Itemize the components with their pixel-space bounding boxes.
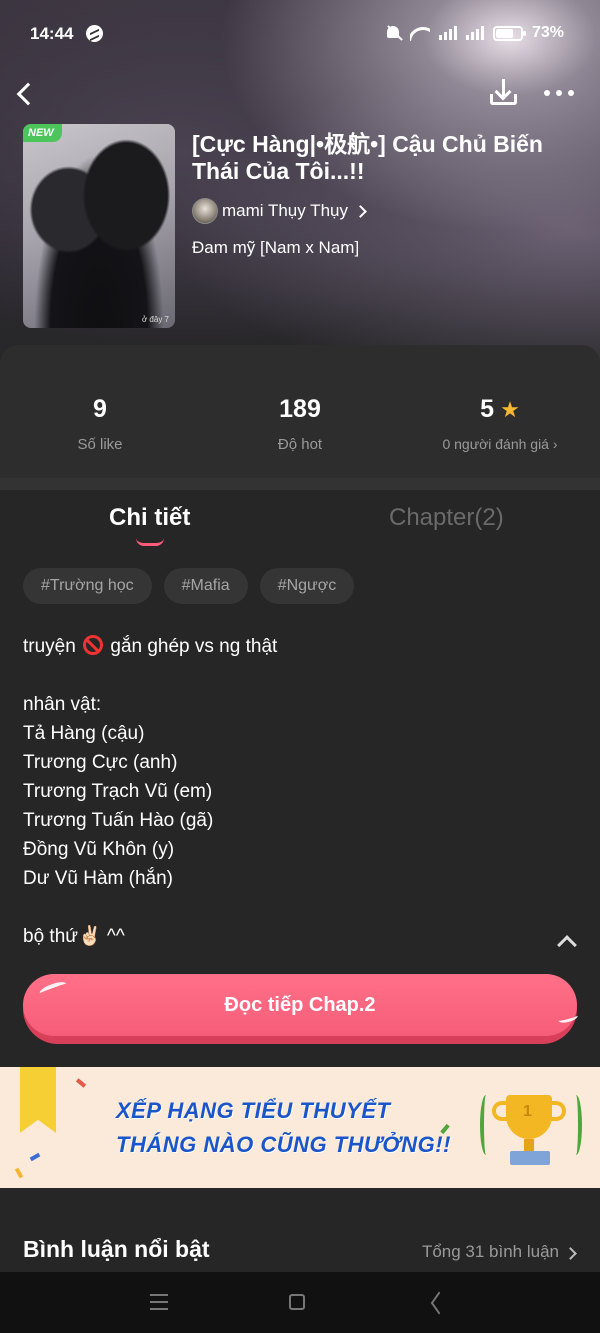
author-link[interactable]: mami Thụy Thụy	[192, 198, 368, 224]
back-icon[interactable]	[14, 80, 38, 106]
character-line: Dư Vũ Hàm (hắn)	[23, 868, 173, 889]
status-time: 14:44	[30, 24, 74, 43]
more-options-icon[interactable]	[544, 90, 576, 98]
prohibited-icon	[83, 635, 104, 655]
chevron-right-icon	[354, 204, 368, 218]
comments-total-label: Tổng 31 bình luận	[421, 1242, 559, 1261]
likes-count: 9	[93, 395, 107, 423]
desc-last-line: bộ thứ✌🏻 ^^	[23, 926, 125, 947]
tag-chip[interactable]: #Trường học	[23, 568, 152, 604]
continue-reading-button[interactable]: Đọc tiếp Chap.2	[23, 974, 579, 1044]
battery-icon	[492, 25, 526, 41]
confetti-decoration	[14, 1167, 24, 1179]
signal-icon-2	[465, 26, 484, 40]
system-nav-bar	[0, 1272, 600, 1333]
character-line: Đồng Vũ Khôn (y)	[23, 839, 175, 860]
battery-percent: 73%	[531, 24, 564, 41]
hot-count: 189	[279, 395, 321, 423]
button-shine-decoration	[38, 979, 68, 998]
button-shine-decoration	[557, 1011, 579, 1025]
tag-chip[interactable]: #Mafia	[163, 568, 248, 604]
details-section: Chi tiết Chapter(2) #Trường học #Mafia #…	[0, 490, 600, 1067]
cover-watermark: ở đây 7	[141, 315, 169, 324]
continue-reading-label: Đọc tiếp Chap.2	[224, 993, 376, 1016]
desc-line-1-end: gắn ghép vs ng thật	[110, 636, 278, 657]
chevron-right-icon	[565, 1246, 577, 1258]
new-badge: NEW	[23, 124, 62, 142]
banner-line-2: THÁNG NÀO CŨNG THƯỞNG!!	[116, 1132, 451, 1157]
story-title: [Cực Hàng|•极航•] Cậu Chủ Biến Thái Của Tô…	[192, 131, 543, 184]
likes-label: Số like	[77, 436, 123, 453]
confetti-decoration	[75, 1078, 87, 1088]
confetti-decoration	[29, 1152, 41, 1162]
desc-line-1-start: truyện	[23, 636, 76, 657]
stat-rating[interactable]: 5 ★ 0 người đánh giá ›	[400, 395, 600, 452]
tab-details[interactable]: Chi tiết	[109, 504, 190, 532]
mute-bell-icon	[385, 24, 401, 42]
all-comments-link[interactable]: Tổng 31 bình luận	[422, 1242, 577, 1262]
section-divider	[0, 478, 600, 490]
author-avatar	[192, 198, 218, 224]
hot-label: Độ hot	[277, 436, 323, 453]
character-line: Trương Trạch Vũ (em)	[23, 781, 213, 802]
comments-title: Bình luận nổi bật	[23, 1236, 210, 1262]
stat-hot: 189 Độ hot	[200, 395, 400, 453]
rating-value: 5	[480, 395, 495, 423]
chevron-up-icon[interactable]	[556, 934, 578, 948]
star-icon: ★	[500, 396, 520, 422]
character-line: Trương Cực (anh)	[23, 752, 178, 773]
author-name: mami Thụy Thụy	[222, 201, 348, 220]
banner-line-1: XẾP HẠNG TIỂU THUYẾT	[116, 1098, 391, 1123]
signal-icon	[438, 26, 457, 40]
story-description: truyện gắn ghép vs ng thật nhân vật: Tả …	[23, 632, 277, 951]
active-tab-indicator	[136, 538, 164, 546]
story-genre: Đam mỹ [Nam x Nam]	[192, 238, 360, 257]
story-cover-image: NEW ở đây 7	[23, 124, 175, 328]
bookmark-ribbon-icon	[20, 1067, 56, 1133]
home-icon[interactable]	[289, 1294, 305, 1310]
system-back-icon[interactable]	[426, 1292, 446, 1312]
stats-panel: 9 Số like 189 Độ hot 5 ★ 0 người đánh gi…	[0, 345, 600, 478]
ranking-promo-banner[interactable]: XẾP HẠNG TIỂU THUYẾT THÁNG NÀO CŨNG THƯỞ…	[0, 1067, 600, 1188]
chevron-right-icon: ›	[552, 436, 558, 452]
messenger-icon	[86, 25, 103, 42]
tag-list: #Trường học #Mafia #Ngược	[23, 568, 355, 604]
stat-likes: 9 Số like	[0, 395, 200, 453]
status-bar: 14:44 73%	[0, 0, 600, 68]
comments-header: Bình luận nổi bật Tổng 31 bình luận	[0, 1188, 600, 1272]
rating-count-label: 0 người đánh giá	[442, 436, 549, 452]
download-icon[interactable]	[488, 78, 520, 108]
banner-headline: XẾP HẠNG TIỂU THUYẾT THÁNG NÀO CŨNG THƯỞ…	[116, 1094, 451, 1162]
trophy-icon	[480, 1085, 582, 1175]
characters-heading: nhân vật:	[23, 694, 102, 715]
tab-chapters[interactable]: Chapter(2)	[389, 504, 504, 532]
wifi-icon	[409, 25, 430, 41]
status-icons: 73%	[385, 24, 564, 42]
character-line: Trương Tuấn Hào (gã)	[23, 810, 214, 831]
tag-chip[interactable]: #Ngược	[259, 568, 355, 604]
recent-apps-icon[interactable]	[150, 1294, 168, 1310]
character-line: Tả Hàng (cậu)	[23, 723, 145, 744]
